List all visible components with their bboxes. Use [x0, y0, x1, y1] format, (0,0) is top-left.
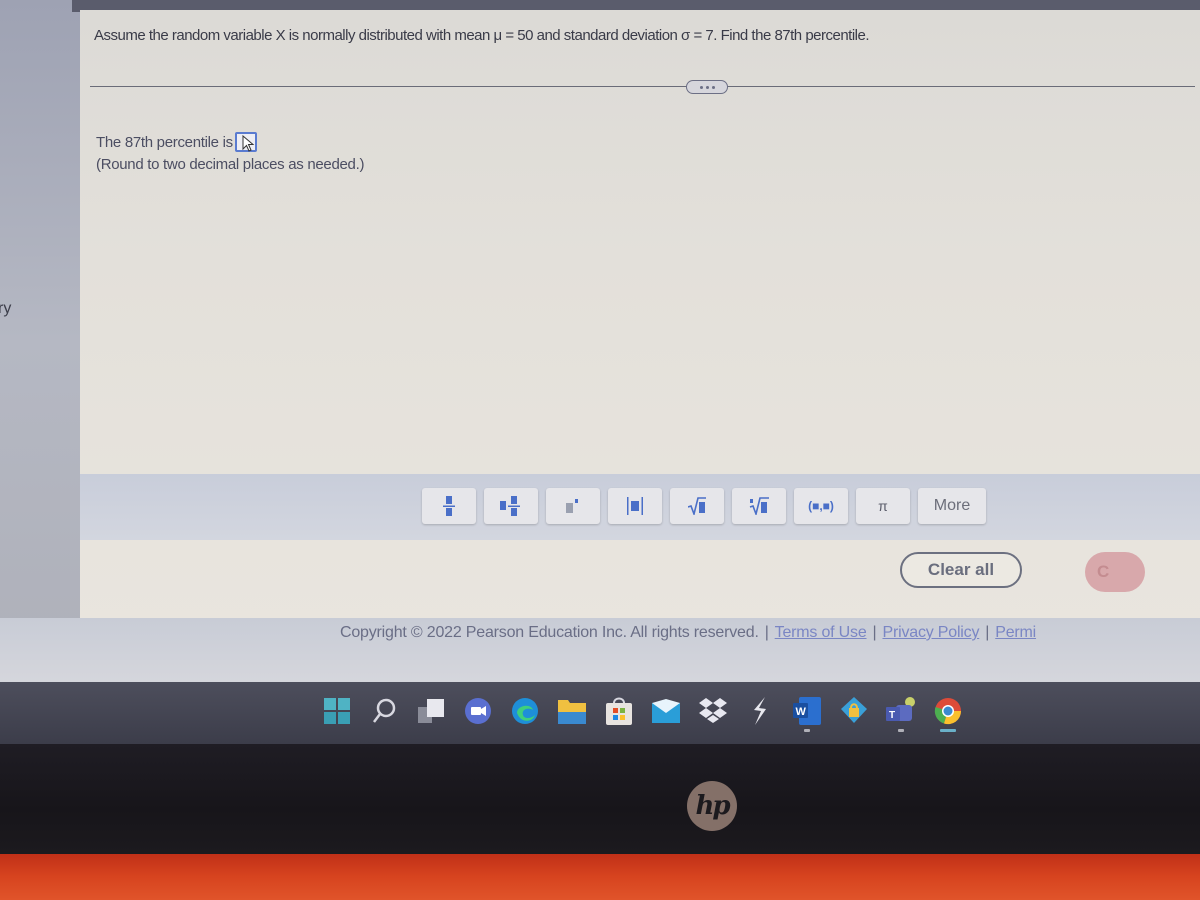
taskbar-task-view[interactable]: [416, 696, 446, 726]
clear-all-button[interactable]: Clear all: [900, 552, 1022, 588]
taskbar-file-explorer[interactable]: [557, 696, 587, 726]
fraction-icon: [443, 496, 455, 516]
page-footer: Copyright © 2022 Pearson Education Inc. …: [0, 618, 1200, 682]
taskbar-teams[interactable]: T: [886, 696, 916, 732]
square-root-icon: [688, 497, 706, 515]
taskbar-meet[interactable]: [463, 696, 493, 726]
answer-line: The 87th percentile is: [96, 132, 257, 152]
svg-text:W: W: [796, 706, 807, 718]
ordered-pair-button[interactable]: (■,■): [794, 488, 848, 524]
taskbar-chrome[interactable]: [933, 696, 963, 732]
check-answer-button[interactable]: C: [1085, 552, 1145, 592]
laptop-base: [0, 854, 1200, 900]
permissions-link[interactable]: Permi: [995, 624, 1036, 641]
footer-separator: |: [872, 624, 877, 641]
teams-icon: T: [886, 697, 915, 721]
expand-question-button[interactable]: [686, 80, 728, 94]
sidebar-text-fragment: ry: [0, 300, 12, 317]
pi-label: π: [878, 498, 888, 514]
ordered-pair-label: (■,■): [808, 499, 834, 513]
vpn-lock-icon: [841, 697, 867, 723]
privacy-policy-link[interactable]: Privacy Policy: [882, 624, 979, 641]
dropbox-icon: [699, 698, 727, 723]
hp-logo: hp: [687, 781, 737, 831]
edge-browser-icon: [512, 698, 538, 724]
store-bag-icon: [606, 697, 632, 725]
laptop-bezel: hp: [0, 744, 1200, 854]
running-indicator: [940, 729, 956, 732]
taskbar-edge[interactable]: [510, 696, 540, 726]
word-icon: W: [793, 697, 821, 725]
taskbar-search[interactable]: [369, 696, 399, 726]
svg-text:T: T: [889, 710, 895, 721]
outer-page-sidebar: ry: [0, 0, 80, 680]
pi-button[interactable]: π: [856, 488, 910, 524]
search-icon: [373, 698, 396, 723]
question-divider: [90, 86, 1195, 87]
taskbar-word[interactable]: W: [792, 696, 822, 732]
footer-separator: |: [985, 624, 990, 641]
running-indicator: [804, 729, 810, 732]
fraction-button[interactable]: [422, 488, 476, 524]
mouse-pointer-icon: [242, 135, 255, 152]
mail-icon: [652, 699, 680, 723]
dot-icon: [711, 85, 715, 89]
taskbar-app-bolt[interactable]: [745, 696, 775, 726]
taskbar-mail[interactable]: [651, 696, 681, 726]
nth-root-icon: [749, 497, 769, 515]
windows-taskbar: W T: [0, 682, 1200, 744]
absolute-value-icon: [627, 497, 643, 515]
taskbar-vpn[interactable]: [839, 696, 869, 726]
answer-prompt: The 87th percentile is: [96, 133, 233, 151]
taskbar-start[interactable]: [322, 696, 352, 726]
nth-root-button[interactable]: [732, 488, 786, 524]
mixed-number-icon: [500, 496, 520, 516]
dot-icon: [705, 85, 709, 89]
square-root-button[interactable]: [670, 488, 724, 524]
running-indicator: [898, 729, 904, 732]
absolute-value-button[interactable]: [608, 488, 662, 524]
lightning-bolt-icon: [754, 697, 766, 725]
folder-icon: [558, 700, 586, 724]
answer-input[interactable]: [234, 132, 257, 152]
rounding-hint: (Round to two decimal places as needed.): [96, 156, 365, 173]
copyright-text: Copyright © 2022 Pearson Education Inc. …: [340, 624, 759, 641]
mixed-number-button[interactable]: [484, 488, 538, 524]
chrome-icon: [934, 698, 962, 725]
windows-start-icon: [324, 698, 350, 724]
video-meet-icon: [465, 698, 491, 724]
dot-icon: [699, 85, 703, 89]
taskbar-store[interactable]: [604, 696, 634, 726]
footer-separator: |: [764, 624, 769, 641]
terms-of-use-link[interactable]: Terms of Use: [775, 624, 867, 641]
question-card: Assume the random variable X is normally…: [80, 10, 1200, 628]
task-view-icon: [418, 699, 444, 723]
math-toolbar: (■,■) π More: [80, 474, 1200, 540]
exponent-icon: [566, 499, 578, 513]
taskbar-dropbox[interactable]: [698, 696, 728, 726]
question-text: Assume the random variable X is normally…: [94, 27, 870, 44]
more-symbols-button[interactable]: More: [918, 488, 986, 524]
exponent-button[interactable]: [546, 488, 600, 524]
